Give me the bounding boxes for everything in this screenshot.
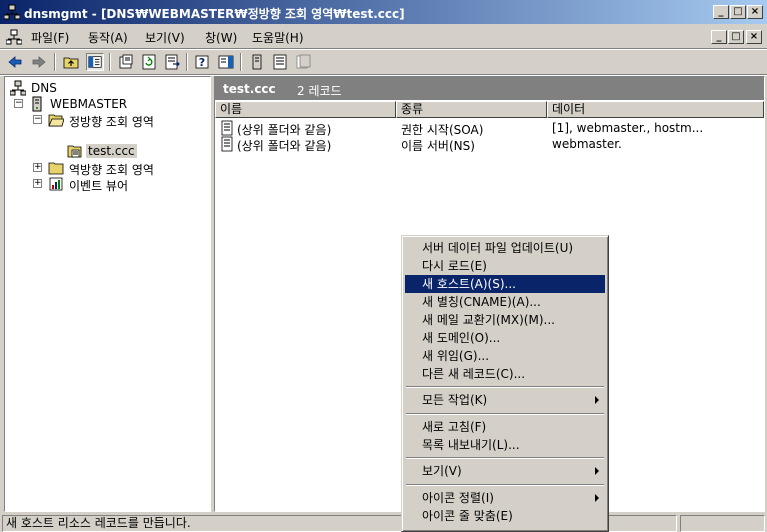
menu-separator	[406, 457, 604, 459]
menu-item-other-new-records[interactable]: 다른 새 레코드(C)...	[405, 365, 605, 383]
toolbar-separator	[54, 53, 56, 71]
tree-label: test.ccc	[86, 144, 137, 158]
submenu-arrow-icon	[595, 396, 599, 404]
new-zone-icon[interactable]	[271, 53, 289, 71]
properties-icon[interactable]	[117, 53, 135, 71]
expand-toggle[interactable]: +	[33, 179, 42, 188]
column-header-name[interactable]: 이름	[215, 101, 396, 118]
tree-label: 이벤트 뷰어	[69, 179, 129, 193]
new-record-icon[interactable]	[294, 53, 312, 71]
close-button[interactable]: ×	[747, 5, 763, 19]
menu-file[interactable]: 파일(F)	[31, 29, 69, 46]
tree-label: 정방향 조회 영역	[69, 115, 154, 129]
status-cell-empty	[603, 515, 677, 532]
server-icon	[32, 96, 42, 112]
action-pane-icon[interactable]	[217, 53, 235, 71]
toolbar-separator	[186, 53, 188, 71]
maximize-button[interactable]: □	[730, 5, 746, 19]
tree-label: DNS	[31, 81, 57, 95]
refresh-icon[interactable]	[140, 53, 158, 71]
cell-type: 이름 서버(NS)	[401, 139, 475, 153]
minimize-button[interactable]: _	[713, 5, 729, 19]
dns-icon	[10, 80, 26, 96]
menu-view[interactable]: 보기(V)	[145, 29, 185, 46]
cell-name: (상위 폴더와 같음)	[237, 139, 332, 153]
menu-item-refresh[interactable]: 새로 고침(F)	[405, 418, 605, 436]
svg-text:?: ?	[199, 56, 205, 69]
submenu-arrow-icon	[595, 494, 599, 502]
expand-toggle[interactable]: +	[33, 163, 42, 172]
details-zone-name: test.ccc	[223, 82, 276, 96]
mdi-restore-button[interactable]: □	[728, 30, 744, 44]
menu-item-new-alias[interactable]: 새 별칭(CNAME)(A)...	[405, 293, 605, 311]
folder-open-icon	[48, 114, 64, 127]
menu-item-label: 아이콘 정렬(I)	[422, 491, 494, 505]
details-record-count: 2 레코드	[297, 84, 342, 98]
menu-separator	[406, 484, 604, 486]
menu-item-reload[interactable]: 다시 로드(E)	[405, 257, 605, 275]
export-list-icon[interactable]	[163, 53, 181, 71]
collapse-toggle[interactable]: −	[33, 115, 42, 124]
menu-action[interactable]: 동작(A)	[88, 29, 128, 46]
menu-help[interactable]: 도움말(H)	[252, 29, 304, 46]
record-icon	[221, 120, 233, 136]
folder-icon	[48, 162, 64, 175]
toolbar-separator	[109, 53, 111, 71]
submenu-arrow-icon	[595, 467, 599, 475]
menu-item-label: 보기(V)	[422, 464, 462, 478]
event-viewer-icon	[49, 177, 63, 191]
menu-item-new-delegation[interactable]: 새 위임(G)...	[405, 347, 605, 365]
title-bar[interactable]: dnsmgmt - [DNS₩WEBMASTER₩정방향 조회 영역₩test.…	[0, 0, 767, 24]
collapse-toggle[interactable]: −	[14, 99, 23, 108]
dns-app-icon[interactable]	[4, 4, 20, 20]
table-row[interactable]: (상위 폴더와 같음) 이름 서버(NS) webmaster.	[219, 136, 759, 153]
toolbar: ?	[0, 50, 767, 74]
menu-item-new-domain[interactable]: 새 도메인(O)...	[405, 329, 605, 347]
column-header-data[interactable]: 데이터	[547, 101, 764, 118]
cell-data: [1], webmaster., hostm...	[552, 121, 704, 135]
menu-item-new-mail-exchanger[interactable]: 새 메일 교환기(MX)(M)...	[405, 311, 605, 329]
mdi-minimize-button[interactable]: _	[711, 30, 727, 44]
show-hide-tree-icon[interactable]	[86, 53, 104, 71]
menu-item-arrange-icons[interactable]: 아이콘 정렬(I)	[405, 489, 605, 507]
console-tree[interactable]: DNS − WEBMASTER − 정방향 조회 영역 test.ccc + 역…	[4, 76, 211, 512]
record-icon	[221, 136, 233, 152]
up-folder-icon[interactable]	[62, 53, 80, 71]
help-icon[interactable]: ?	[194, 53, 212, 71]
menu-item-view[interactable]: 보기(V)	[405, 462, 605, 480]
menu-item-line-up-icons[interactable]: 아이콘 줄 맞춤(E)	[405, 507, 605, 525]
menu-separator	[406, 413, 604, 415]
menu-item-new-host[interactable]: 새 호스트(A)(S)...	[405, 275, 605, 293]
menu-separator	[406, 386, 604, 388]
cell-data: webmaster.	[552, 137, 622, 151]
menu-window[interactable]: 창(W)	[205, 29, 237, 46]
tree-label: WEBMASTER	[50, 97, 128, 111]
details-header: test.ccc 2 레코드	[215, 77, 764, 100]
menu-item-all-tasks[interactable]: 모든 작업(K)	[405, 391, 605, 409]
new-server-icon[interactable]	[248, 53, 266, 71]
back-icon[interactable]	[6, 53, 24, 71]
zone-icon	[67, 145, 82, 158]
forward-icon[interactable]	[30, 53, 48, 71]
status-cell-empty	[680, 515, 765, 532]
toolbar-separator	[240, 53, 242, 71]
table-row[interactable]: (상위 폴더와 같음) 권한 시작(SOA) [1], webmaster., …	[219, 120, 759, 137]
menu-item-label: 모든 작업(K)	[422, 393, 488, 407]
document-system-icon[interactable]	[6, 29, 22, 45]
window-title: dnsmgmt - [DNS₩WEBMASTER₩정방향 조회 영역₩test.…	[24, 7, 405, 21]
tree-label: 역방향 조회 영역	[69, 163, 154, 177]
menu-item-update-server-data-file[interactable]: 서버 데이터 파일 업데이트(U)	[405, 239, 605, 257]
context-menu: 서버 데이터 파일 업데이트(U) 다시 로드(E) 새 호스트(A)(S)..…	[401, 235, 609, 532]
column-header-type[interactable]: 종류	[396, 101, 547, 118]
status-bar: 새 호스트 리소스 레코드를 만듭니다.	[0, 514, 767, 532]
mdi-close-button[interactable]: ×	[746, 30, 762, 44]
menu-item-export-list[interactable]: 목록 내보내기(L)...	[405, 436, 605, 454]
menu-bar: 파일(F) 동작(A) 보기(V) 창(W) 도움말(H) _ □ ×	[0, 26, 767, 48]
